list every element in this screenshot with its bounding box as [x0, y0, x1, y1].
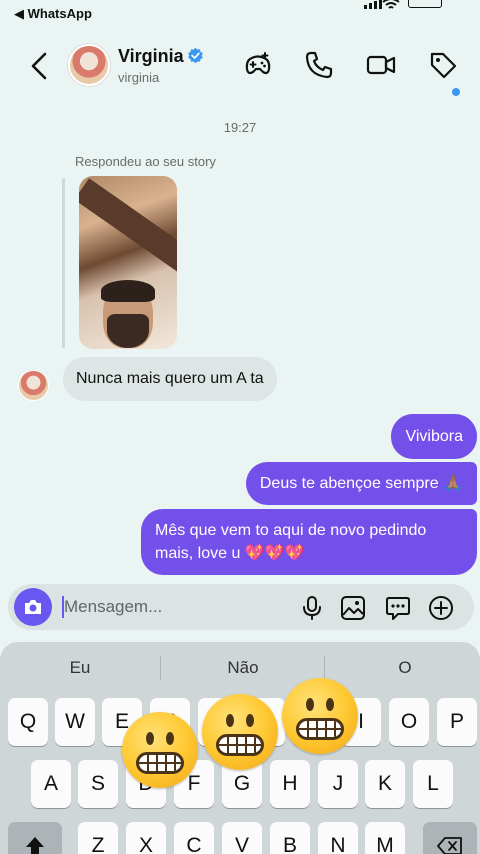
- outgoing-message[interactable]: Mês que vem to aqui de novo pedindo mais…: [141, 509, 477, 575]
- key[interactable]: X: [126, 822, 166, 854]
- mic-icon[interactable]: [299, 595, 325, 621]
- chat-header: Virginia virginia: [0, 36, 480, 98]
- key[interactable]: H: [270, 760, 310, 808]
- message-input[interactable]: [64, 593, 284, 621]
- shift-key[interactable]: [8, 822, 62, 854]
- game-icon[interactable]: [243, 50, 273, 80]
- suggestion[interactable]: O: [325, 658, 480, 678]
- key[interactable]: P: [437, 698, 477, 746]
- contact-username: virginia: [118, 70, 160, 85]
- phone-icon[interactable]: [304, 50, 334, 80]
- status-bar: ◀ WhatsApp: [0, 0, 480, 26]
- verified-icon: [188, 47, 203, 64]
- message-timestamp: 19:27: [223, 120, 257, 135]
- key[interactable]: Z: [78, 822, 118, 854]
- key[interactable]: W: [55, 698, 95, 746]
- key[interactable]: V: [222, 822, 262, 854]
- backspace-icon: [437, 837, 462, 854]
- plus-icon[interactable]: [428, 595, 454, 621]
- avatar[interactable]: [68, 44, 110, 86]
- reply-quote-bar: [62, 178, 65, 348]
- key[interactable]: L: [413, 760, 453, 808]
- sticker-icon[interactable]: [385, 595, 411, 621]
- gallery-icon[interactable]: [340, 595, 366, 621]
- key[interactable]: M: [365, 822, 405, 854]
- grimacing-emoji: [122, 712, 198, 788]
- suggestion[interactable]: Não: [163, 658, 323, 678]
- outgoing-message[interactable]: Deus te abençoe sempre 🙏🏽: [245, 462, 477, 505]
- signal-icon: [364, 0, 382, 9]
- camera-icon: [25, 600, 41, 614]
- key[interactable]: B: [270, 822, 310, 854]
- contact-name[interactable]: Virginia: [118, 46, 184, 67]
- notification-dot: [452, 88, 460, 96]
- camera-button[interactable]: [14, 588, 52, 626]
- tag-icon[interactable]: [428, 50, 458, 80]
- key[interactable]: K: [365, 760, 405, 808]
- back-icon[interactable]: [26, 50, 54, 82]
- grimacing-emoji: [202, 694, 278, 770]
- back-to-app-link[interactable]: ◀ WhatsApp: [14, 6, 92, 22]
- message-composer: [8, 584, 474, 630]
- sender-avatar[interactable]: [18, 370, 49, 401]
- story-reply-label: Respondeu ao seu story: [75, 154, 216, 169]
- suggestion[interactable]: Eu: [0, 658, 160, 678]
- outgoing-message[interactable]: Vivibora: [391, 414, 477, 459]
- key[interactable]: S: [78, 760, 118, 808]
- grimacing-emoji: [282, 678, 358, 754]
- key[interactable]: O: [389, 698, 429, 746]
- shift-icon: [26, 837, 44, 854]
- key[interactable]: J: [318, 760, 358, 808]
- key[interactable]: Q: [8, 698, 48, 746]
- battery-icon: [408, 0, 442, 8]
- video-icon[interactable]: [366, 50, 396, 80]
- wifi-icon: [382, 0, 400, 13]
- backspace-key[interactable]: [423, 822, 477, 854]
- key[interactable]: N: [318, 822, 358, 854]
- key[interactable]: A: [31, 760, 71, 808]
- incoming-message[interactable]: Nunca mais quero um A ta: [63, 357, 277, 401]
- story-thumbnail[interactable]: [79, 176, 177, 349]
- key[interactable]: C: [174, 822, 214, 854]
